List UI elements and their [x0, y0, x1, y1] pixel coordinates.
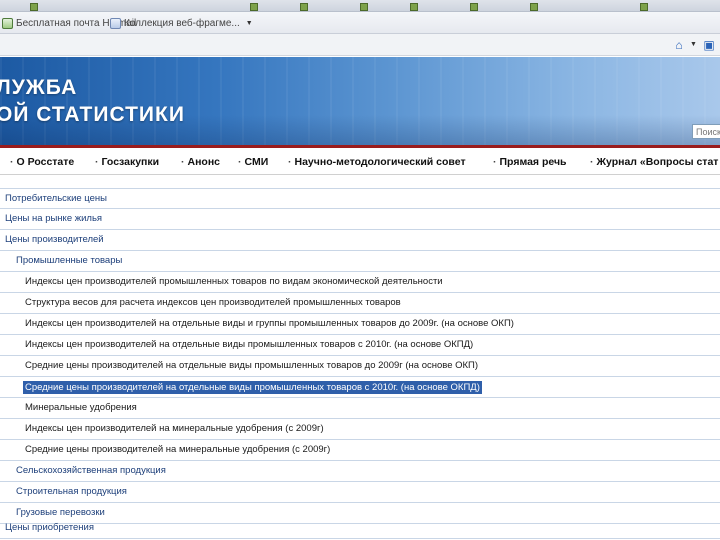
nav-item-announcements[interactable]: Анонс: [181, 156, 221, 168]
home-icon[interactable]: ⌂: [672, 38, 686, 52]
browser-toolbar-strip: [0, 0, 720, 12]
toolbar-button[interactable]: [410, 1, 420, 11]
tree-item-label-selected[interactable]: Средние цены производителей на отдельные…: [22, 380, 483, 395]
tree-row[interactable]: Цены приобретения: [0, 518, 720, 539]
tree-row[interactable]: Средние цены производителей на минеральн…: [0, 440, 720, 461]
tree-item-label[interactable]: Цены на рынке жилья: [5, 209, 102, 229]
tree-item-label[interactable]: Средние цены производителей на минеральн…: [25, 440, 330, 460]
tree-item-label[interactable]: Минеральные удобрения: [25, 398, 137, 418]
tree-item-label[interactable]: Индексы цен производителей на отдельные …: [25, 314, 514, 334]
favorites-bar: Бесплатная почта Hotmail Коллекция веб-ф…: [0, 12, 720, 34]
site-banner: [0, 57, 720, 145]
statistics-tree: Потребительские цены Цены на рынке жилья…: [0, 186, 720, 540]
chevron-down-icon[interactable]: ▼: [690, 41, 697, 48]
tree-item-label[interactable]: Индексы цен производителей на минеральны…: [25, 419, 324, 439]
tree-item-label[interactable]: Потребительские цены: [5, 189, 107, 208]
command-bar: ⌂ ▼ ▣: [0, 34, 720, 56]
tree-row[interactable]: Строительная продукция: [0, 482, 720, 503]
toolbar-button[interactable]: [470, 1, 480, 11]
browser-window: Бесплатная почта Hotmail Коллекция веб-ф…: [0, 0, 720, 540]
nav-item-procurement[interactable]: Госзакупки: [95, 156, 160, 168]
tree-item-label[interactable]: Индексы цен производителей промышленных …: [25, 272, 443, 292]
tree-row[interactable]: Средние цены производителей на отдельные…: [0, 356, 720, 377]
toolbar-button[interactable]: [530, 1, 540, 11]
site-title-line2: ОЙ СТАТИСТИКИ: [0, 103, 185, 126]
tree-row-selected[interactable]: Средние цены производителей на отдельные…: [0, 377, 720, 398]
tree-item-label[interactable]: Индексы цен производителей на отдельные …: [25, 335, 473, 355]
tree-row[interactable]: Индексы цен производителей промышленных …: [0, 272, 720, 293]
toolbar-button[interactable]: [250, 1, 260, 11]
tree-row[interactable]: Промышленные товары: [0, 251, 720, 272]
chevron-down-icon[interactable]: ▼: [246, 20, 253, 27]
web-slice-icon: [110, 17, 121, 29]
nav-item-direct-speech[interactable]: Прямая речь: [493, 156, 567, 168]
tree-row[interactable]: Индексы цен производителей на минеральны…: [0, 419, 720, 440]
toolbar-button[interactable]: [30, 1, 40, 11]
favorite-label: Коллекция веб-фрагме...: [124, 17, 240, 29]
tree-item-label[interactable]: Средние цены производителей на отдельные…: [25, 356, 478, 376]
tree-item-label[interactable]: Промышленные товары: [16, 251, 122, 271]
tree-row[interactable]: Цены на рынке жилья: [0, 209, 720, 230]
feeds-icon[interactable]: ▣: [702, 38, 716, 52]
tree-row[interactable]: Минеральные удобрения: [0, 398, 720, 419]
toolbar-button[interactable]: [300, 1, 310, 11]
toolbar-button[interactable]: [360, 1, 370, 11]
main-navigation: О Росстате Госзакупки Анонс СМИ Научно-м…: [0, 145, 720, 175]
tree-row[interactable]: Цены производителей: [0, 230, 720, 251]
tree-row[interactable]: Потребительские цены: [0, 188, 720, 209]
tree-row[interactable]: Структура весов для расчета индексов цен…: [0, 293, 720, 314]
site-title-line1: ЛУЖБА: [0, 76, 78, 99]
favorite-link[interactable]: Коллекция веб-фрагме... ▼: [110, 16, 253, 30]
tree-item-label[interactable]: Цены производителей: [5, 230, 104, 250]
toolbar-button[interactable]: [640, 1, 650, 11]
tree-item-label[interactable]: Структура весов для расчета индексов цен…: [25, 293, 401, 313]
nav-item-scientific-council[interactable]: Научно-методологический совет: [288, 156, 466, 168]
tree-item-label[interactable]: Цены приобретения: [5, 518, 94, 538]
tree-item-label[interactable]: Строительная продукция: [16, 482, 127, 502]
nav-item-media[interactable]: СМИ: [238, 156, 269, 168]
tree-item-label[interactable]: Сельскохозяйственная продукция: [16, 461, 166, 481]
page-icon: [2, 17, 13, 29]
nav-item-about[interactable]: О Росстате: [10, 156, 75, 168]
tree-row[interactable]: Индексы цен производителей на отдельные …: [0, 335, 720, 356]
tree-row[interactable]: Индексы цен производителей на отдельные …: [0, 314, 720, 335]
search-input[interactable]: Поиск: [692, 124, 720, 139]
tree-row[interactable]: Сельскохозяйственная продукция: [0, 461, 720, 482]
nav-item-journal[interactable]: Журнал «Вопросы стат: [590, 156, 719, 168]
